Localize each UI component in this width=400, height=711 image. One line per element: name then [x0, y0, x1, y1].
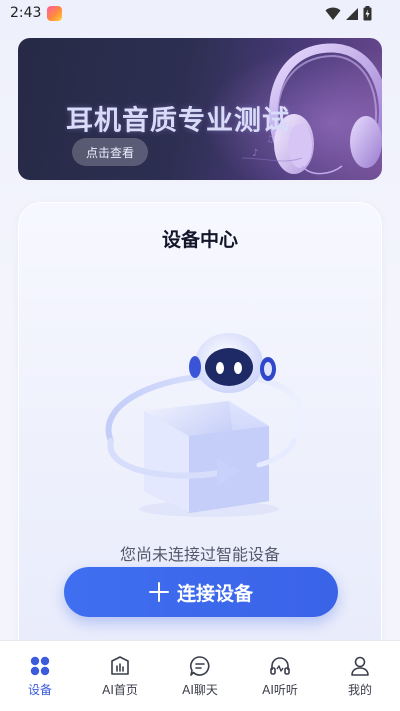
status-time: 2:43 [10, 5, 42, 21]
plus-icon [148, 582, 169, 602]
empty-state-text: 您尚未连接过智能设备 [119, 545, 280, 564]
svg-text:♪: ♪ [252, 148, 258, 159]
connect-device-label: 连接设备 [176, 582, 253, 605]
wifi-icon [325, 7, 341, 20]
status-bar: 2:43 [0, 0, 400, 28]
grid-icon [30, 656, 50, 676]
nav-label-profile: 我的 [347, 683, 372, 697]
status-icons [325, 6, 372, 21]
headphone-icon [270, 657, 290, 675]
device-center-card: 设备中心 您尚未连接过智能设备 连接设备 [18, 202, 382, 652]
promo-banner[interactable]: ♪ ♫ 耳机音质专业测试 点击查看 [18, 38, 382, 180]
nav-item-devices[interactable]: 设备 [0, 641, 80, 711]
nav-label-ai-chat: AI聊天 [182, 683, 218, 697]
banner-view-button[interactable]: 点击查看 [72, 138, 148, 166]
nav-label-ai-listen: AI听听 [262, 683, 298, 697]
nav-label-ai-home: AI首页 [102, 683, 138, 697]
app-notification-icon [47, 6, 62, 21]
robot-box-illustration-icon [105, 333, 306, 517]
chat-icon [189, 656, 210, 676]
chart-icon [111, 656, 129, 675]
card-title: 设备中心 [161, 229, 238, 251]
battery-icon [363, 6, 372, 21]
user-icon [351, 656, 369, 676]
nav-item-ai-chat[interactable]: AI聊天 [160, 641, 240, 711]
nav-label-devices: 设备 [27, 683, 52, 697]
connect-device-button[interactable]: 连接设备 [64, 567, 338, 617]
nav-item-ai-listen[interactable]: AI听听 [240, 641, 320, 711]
signal-icon [346, 7, 358, 20]
bottom-nav: 设备 AI首页 AI聊天 AI听听 我的 [0, 640, 400, 711]
banner-title: 耳机音质专业测试 [66, 105, 290, 137]
nav-item-ai-home[interactable]: AI首页 [80, 641, 160, 711]
nav-item-profile[interactable]: 我的 [320, 641, 400, 711]
